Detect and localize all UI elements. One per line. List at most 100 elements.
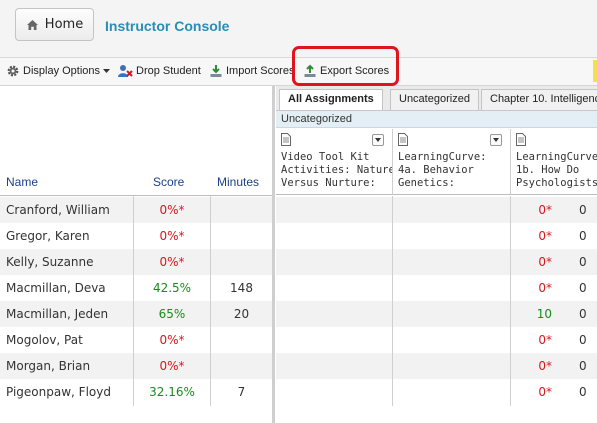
gear-icon [7,65,19,77]
assignment-menu-dropdown[interactable] [372,134,384,146]
student-row[interactable]: Pigeonpaw, Floyd 32.16% 7 [0,379,273,405]
assignment-attempts: 0 [579,359,587,373]
student-score: 0%* [159,359,185,373]
tab-chapter-10[interactable]: Chapter 10. Intelligence [481,89,597,110]
student-name[interactable]: Macmillan, Deva [6,275,106,301]
minutes-column-header[interactable]: Minutes [217,175,259,189]
assignment-title-line: LearningCurve: [398,151,487,163]
document-icon [281,133,291,146]
assignment-title-line: Genetics: [398,177,455,189]
assignment-attempts: 0 [579,333,587,347]
tab-all-assignments[interactable]: All Assignments [279,89,383,110]
assignment-header[interactable]: LearningCurve 1b. How Do Psychologists [511,129,597,195]
assignment-attempts: 0 [579,229,587,243]
student-score: 0%* [159,333,185,347]
student-row[interactable]: Macmillan, Deva 42.5% 148 [0,275,273,301]
drop-student-label: Drop Student [136,65,201,77]
score-row: 0* 0 [276,223,597,249]
name-column-header[interactable]: Name [6,175,38,189]
student-minutes [211,223,272,249]
student-score: 65% [158,307,186,321]
home-icon [26,19,38,30]
assignment-header[interactable]: LearningCurve: 4a. Behavior Genetics: [393,129,511,195]
student-row[interactable]: Mogolov, Pat 0%* [0,327,273,353]
assignment-score[interactable]: 0* [510,379,552,405]
student-minutes: 7 [237,385,246,399]
student-name[interactable]: Macmillan, Jeden [6,301,108,327]
assignment-title-line: Video Tool Kit [281,151,370,163]
student-minutes: 148 [230,281,253,295]
assignment-attempts: 0 [579,385,587,399]
student-score: 0%* [159,203,185,217]
student-score: 32.16% [149,385,195,399]
column-divider [510,196,511,406]
student-name[interactable]: Cranford, William [6,197,110,223]
student-name[interactable]: Mogolov, Pat [6,327,83,353]
assignment-title-line: Psychologists [516,177,597,189]
student-minutes [211,353,272,379]
display-options-menu[interactable]: Display Options [6,64,111,78]
student-minutes [211,197,272,223]
student-score: 42.5% [152,281,192,295]
home-button[interactable]: Home [15,8,94,41]
score-row: 10 0 [276,301,597,327]
import-scores-label: Import Scores [226,65,295,77]
import-scores-button[interactable]: Import Scores [209,64,294,78]
tab-uncategorized[interactable]: Uncategorized [390,89,479,110]
display-options-label: Display Options [23,65,101,77]
assignment-attempts: 0 [579,307,587,321]
assignment-score[interactable]: 0* [510,327,552,353]
group-header: Uncategorized [276,111,597,128]
score-column-header[interactable]: Score [153,175,184,189]
student-score: 0%* [159,255,185,269]
document-icon [398,133,408,146]
assignment-score[interactable]: 0* [510,197,552,223]
student-row[interactable]: Gregor, Karen 0%* [0,223,273,249]
assignment-score[interactable]: 10 [510,301,552,327]
assignment-score[interactable]: 0* [510,275,552,301]
student-row[interactable]: Macmillan, Jeden 65% 20 [0,301,273,327]
student-score: 0%* [159,229,185,243]
assignment-title-line: Versus Nurture: [281,177,376,189]
student-row[interactable]: Kelly, Suzanne 0%* [0,249,273,275]
score-row: 0* 0 [276,379,597,405]
assignment-title-line: LearningCurve [516,151,597,163]
score-row: 0* 0 [276,327,597,353]
assignment-attempts: 0 [579,203,587,217]
student-row[interactable]: Cranford, William 0%* [0,197,273,223]
score-row: 0* 0 [276,353,597,379]
chevron-down-icon [103,68,111,73]
student-name[interactable]: Kelly, Suzanne [6,249,94,275]
export-highlight-box [292,46,399,86]
student-minutes [211,327,272,353]
column-divider [133,196,134,406]
assignment-score[interactable]: 0* [510,249,552,275]
score-row: 0* 0 [276,249,597,275]
column-divider [210,196,211,406]
score-row: 0* 0 [276,275,597,301]
assignment-tabs: All Assignments Uncategorized Chapter 10… [276,86,597,111]
assignment-title-line: 1b. How Do [516,164,580,176]
student-name[interactable]: Morgan, Brian [6,353,90,379]
page-title: Instructor Console [105,18,230,34]
assignment-title-line: 4a. Behavior [398,164,474,176]
home-label: Home [44,17,84,32]
assignment-header[interactable]: Video Tool Kit Activities: Nature Versus… [276,129,393,195]
student-row[interactable]: Morgan, Brian 0%* [0,353,273,379]
student-name[interactable]: Pigeonpaw, Floyd [6,379,111,405]
column-divider [392,196,393,406]
assignment-menu-dropdown[interactable] [490,134,502,146]
student-name[interactable]: Gregor, Karen [6,223,90,249]
assignment-attempts: 0 [579,281,587,295]
grid-splitter[interactable] [272,86,275,423]
assignment-score[interactable]: 0* [510,223,552,249]
student-minutes: 20 [233,307,250,321]
score-row: 0* 0 [276,197,597,223]
student-minutes [211,249,272,275]
assignment-score[interactable]: 0* [510,353,552,379]
toolbar-edge-marker [593,60,597,82]
assignment-attempts: 0 [579,255,587,269]
assignment-title-line: Activities: Nature [281,164,393,176]
remove-user-icon [118,65,133,77]
drop-student-button[interactable]: Drop Student [117,64,201,78]
